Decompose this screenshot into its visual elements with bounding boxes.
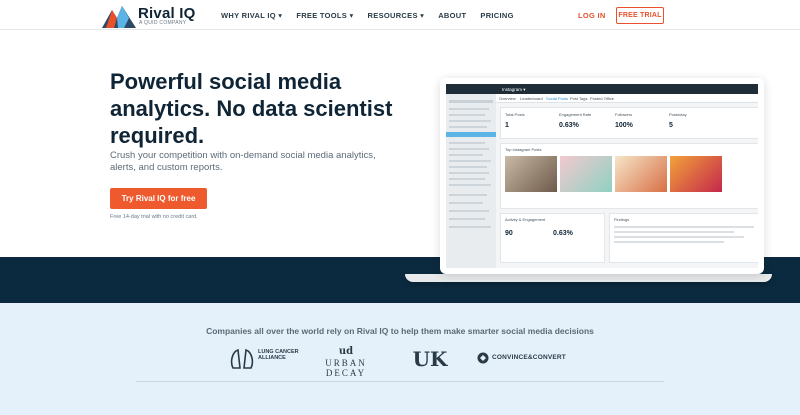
stat-value-3: 100% <box>615 122 633 129</box>
findings-panel: Findings <box>609 213 758 263</box>
brand-text-convince-convert: CONVINCE&CONVERT <box>492 354 566 361</box>
stat-value-4: 5 <box>669 122 673 129</box>
free-trial-button[interactable]: FREE TRIAL <box>616 7 664 24</box>
stat-value-2: 0.63% <box>559 122 579 129</box>
post-thumbnail-2[interactable] <box>560 156 612 192</box>
tab-post-tags[interactable]: Post Tags <box>570 96 588 101</box>
brand-urban-decay: ud URBAN DECAY <box>306 346 386 378</box>
main-menu: WHY RIVAL IQ ▾ FREE TOOLS ▾ RESOURCES ▾ … <box>221 11 528 20</box>
customers-section <box>0 303 800 415</box>
login-link[interactable]: LOG IN <box>578 11 606 20</box>
lung-icon <box>230 348 254 369</box>
findings-title: Findings <box>614 217 630 222</box>
post-thumbnail-1[interactable] <box>505 156 557 192</box>
engagement-panel: Activity & Engagement 90 0.63% <box>500 213 605 263</box>
top-posts-title: Top Instagram Posts <box>505 147 542 152</box>
tab-posted-office[interactable]: Posted Office <box>590 96 614 101</box>
menu-item-resources[interactable]: RESOURCES ▾ <box>368 11 425 20</box>
top-posts-panel: Top Instagram Posts <box>500 143 758 209</box>
brand-text-urban-decay: URBAN DECAY <box>325 358 367 378</box>
customers-tagline: Companies all over the world rely on Riv… <box>206 326 594 336</box>
logo-mountain-icon <box>102 6 136 28</box>
brand-text-lung-cancer-alliance: LUNG CANCER ALLIANCE <box>258 349 299 361</box>
brand-text-uk: UK <box>412 347 448 371</box>
menu-item-free-tools[interactable]: FREE TOOLS ▾ <box>296 11 353 20</box>
brand-convince-convert: CONVINCE&CONVERT <box>477 346 587 372</box>
engagement-value: 90 <box>505 230 513 237</box>
tab-overview[interactable]: Overview <box>499 96 516 101</box>
try-for-free-button[interactable]: Try Rival IQ for free <box>110 188 207 209</box>
hero-subtitle: Crush your competition with on-demand so… <box>110 150 376 173</box>
urban-decay-monogram-icon: ud <box>338 346 354 357</box>
product-screenshot-laptop: Instagram ▾ Overview Leaderboard Social … <box>440 78 764 274</box>
menu-item-about[interactable]: ABOUT <box>438 11 466 20</box>
dashboard-sidebar <box>446 94 496 268</box>
stat-value-1: 1 <box>505 122 509 129</box>
menu-item-pricing[interactable]: PRICING <box>480 11 513 20</box>
rival-iq-logo[interactable]: Rival IQ A QUID COMPANY <box>102 4 212 28</box>
tab-leaderboard[interactable]: Leaderboard <box>520 96 543 101</box>
top-navigation: Rival IQ A QUID COMPANY WHY RIVAL IQ ▾ F… <box>0 0 800 30</box>
stat-label-2: Engagement Rate <box>559 112 592 117</box>
dashboard-channel-label: Instagram ▾ <box>502 87 526 92</box>
stat-label-3: Followers <box>615 112 633 117</box>
dashboard-screen: Instagram ▾ Overview Leaderboard Social … <box>446 84 758 268</box>
dashboard-tabs: Overview Leaderboard Social Posts Post T… <box>496 94 758 103</box>
dashboard-topbar: Instagram ▾ <box>446 84 758 94</box>
hero-title: Powerful social media analytics. No data… <box>110 69 393 148</box>
convince-convert-icon <box>477 352 489 364</box>
stat-label-1: Total Posts <box>505 112 525 117</box>
stat-label-4: Posts/day <box>669 112 687 117</box>
tab-social-posts[interactable]: Social Posts <box>546 96 568 101</box>
post-thumbnail-3[interactable] <box>615 156 667 192</box>
engagement-title: Activity & Engagement <box>505 217 546 222</box>
engagement-rate: 0.63% <box>553 230 573 237</box>
stats-panel: Total Posts 1 Engagement Rate 0.63% Foll… <box>500 107 758 139</box>
menu-item-why-rival-iq[interactable]: WHY RIVAL IQ ▾ <box>221 11 282 20</box>
logo-subtitle: A QUID COMPANY <box>139 20 187 26</box>
laptop-base <box>405 274 772 282</box>
section-divider <box>136 381 664 382</box>
brand-uk: UK <box>412 346 448 372</box>
post-thumbnail-4[interactable] <box>670 156 722 192</box>
brand-lung-cancer-alliance: LUNG CANCER ALLIANCE <box>230 346 300 372</box>
trial-note: Free 14-day trial with no credit card. <box>110 214 198 220</box>
